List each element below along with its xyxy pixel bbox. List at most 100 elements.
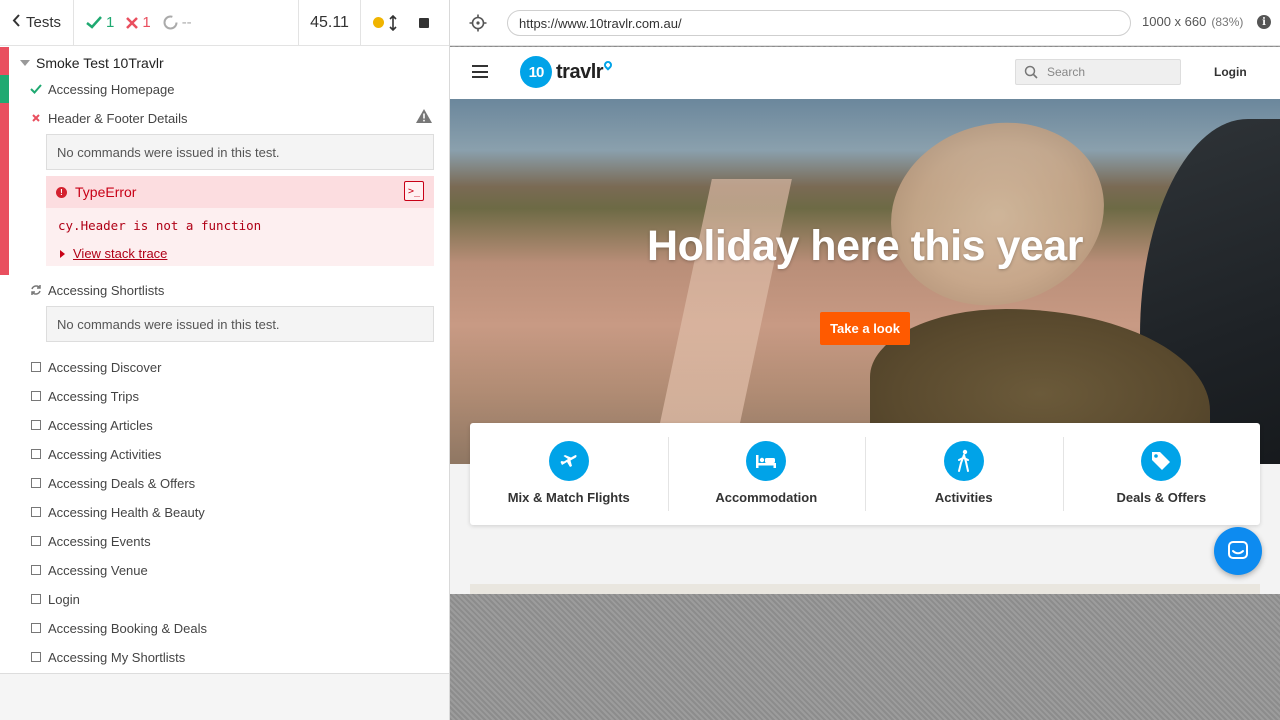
auto-scroll-arrows-icon[interactable]	[389, 14, 397, 31]
caret-down-icon	[20, 60, 30, 66]
tag-icon	[1141, 441, 1182, 481]
info-icon[interactable]: i	[1257, 15, 1271, 29]
test-item[interactable]: Header & Footer Details	[30, 106, 187, 130]
empty-checkbox-icon	[31, 449, 41, 459]
category-label: Activities	[934, 490, 993, 505]
category-label: Accommodation	[715, 490, 818, 505]
chat-launcher-button[interactable]	[1214, 527, 1262, 575]
test-label: Accessing Events	[48, 533, 151, 549]
test-item[interactable]: Accessing Articles	[30, 413, 153, 437]
failed-count: 1	[126, 14, 151, 31]
empty-checkbox-icon	[31, 623, 41, 633]
app-under-test-area: https://www.10travlr.com.au/ 1000 x 660 …	[450, 0, 1280, 720]
refresh-icon	[31, 285, 41, 295]
caret-right-icon	[60, 249, 65, 258]
test-label: Accessing Discover	[48, 359, 162, 375]
stop-button[interactable]	[419, 17, 429, 28]
test-label: Accessing Homepage	[48, 81, 175, 97]
test-item[interactable]: Accessing Deals & Offers	[30, 471, 195, 495]
site-search-input[interactable]: Search	[1015, 59, 1181, 85]
test-list: Smoke Test 10Travlr Accessing Homepage H…	[0, 47, 449, 673]
pending-count: --	[163, 14, 192, 31]
empty-checkbox-icon	[31, 478, 41, 488]
category-label: Deals & Offers	[1116, 490, 1207, 505]
content-strip	[470, 584, 1260, 594]
search-placeholder: Search	[1047, 65, 1086, 79]
logo-badge: 10	[520, 56, 552, 88]
test-label: Accessing Trips	[48, 388, 140, 404]
tests-back-button[interactable]: Tests	[0, 0, 74, 45]
test-item[interactable]: Accessing Discover	[30, 355, 161, 379]
stack-trace-label: View stack trace	[73, 246, 168, 261]
run-duration: 45.11	[299, 0, 361, 45]
category-accommodation[interactable]: Accommodation	[667, 423, 866, 525]
pending-circle-icon	[163, 15, 178, 30]
test-item[interactable]: Accessing Venue	[30, 558, 148, 582]
suite-title[interactable]: Smoke Test 10Travlr	[20, 51, 164, 75]
test-item[interactable]: Accessing Health & Beauty	[30, 500, 205, 524]
hamburger-menu-icon[interactable]	[472, 65, 488, 78]
chevron-left-icon	[12, 14, 21, 31]
print-to-console-button[interactable]: >_	[404, 181, 424, 201]
status-stripe-top	[0, 47, 9, 75]
take-a-look-button[interactable]: Take a look	[820, 312, 910, 345]
pending-count-value: --	[181, 14, 192, 31]
empty-checkbox-icon	[31, 594, 41, 604]
test-label: Accessing Booking & Deals	[48, 620, 207, 636]
running-dot-icon	[373, 17, 384, 28]
test-item[interactable]: Accessing Trips	[30, 384, 139, 408]
run-controls	[361, 0, 449, 45]
test-item[interactable]: Login	[30, 587, 80, 611]
test-item[interactable]: Accessing Shortlists	[30, 278, 164, 302]
test-item[interactable]: Accessing Activities	[30, 442, 161, 466]
hero-hat-image	[870, 99, 1125, 329]
test-label: Accessing Articles	[48, 417, 153, 433]
search-icon	[1024, 65, 1038, 79]
empty-checkbox-icon	[31, 536, 41, 546]
login-link[interactable]: Login	[1214, 65, 1247, 79]
passed-count: 1	[86, 14, 114, 31]
reporter-header: Tests 1 1 -- 45.11	[0, 0, 449, 46]
no-commands-message: No commands were issued in this test.	[46, 306, 434, 342]
warning-icon	[416, 109, 432, 123]
error-circle-icon: !	[56, 186, 67, 198]
chat-icon	[1228, 541, 1248, 559]
check-icon	[86, 16, 102, 29]
test-label: Accessing Activities	[48, 446, 162, 462]
test-item[interactable]: Accessing Events	[30, 529, 151, 553]
category-bar: Mix & Match Flights Accommodation Activi…	[470, 423, 1260, 525]
url-bar[interactable]: https://www.10travlr.com.au/	[507, 10, 1131, 36]
test-item[interactable]: Accessing My Shortlists	[30, 645, 185, 669]
category-flights[interactable]: Mix & Match Flights	[470, 423, 668, 525]
viewport-size-info: 1000 x 660 (83%)	[1142, 14, 1243, 29]
airplane-icon	[548, 441, 589, 481]
empty-checkbox-icon	[31, 391, 41, 401]
aut-header: https://www.10travlr.com.au/ 1000 x 660 …	[450, 0, 1280, 46]
status-stripe-pass	[0, 75, 9, 103]
passed-count-value: 1	[106, 14, 115, 31]
reporter-footer	[0, 673, 449, 720]
category-activities[interactable]: Activities	[865, 423, 1063, 525]
test-label: Accessing My Shortlists	[48, 649, 186, 665]
category-deals[interactable]: Deals & Offers	[1062, 423, 1261, 525]
site-navbar: 10 travlr Search Login	[450, 47, 1280, 99]
check-icon	[30, 84, 42, 94]
no-commands-message: No commands were issued in this test.	[46, 134, 434, 170]
hero-title: Holiday here this year	[647, 222, 1083, 270]
x-icon	[32, 114, 40, 122]
failed-count-value: 1	[142, 14, 151, 31]
error-message: cy.Header is not a function	[58, 218, 262, 233]
status-stripe-fail	[0, 103, 9, 275]
test-item[interactable]: Accessing Booking & Deals	[30, 616, 207, 640]
empty-checkbox-icon	[31, 652, 41, 662]
view-stack-trace-link[interactable]: View stack trace	[60, 246, 167, 261]
site-logo[interactable]: 10 travlr	[520, 55, 614, 89]
category-label: Mix & Match Flights	[507, 490, 630, 505]
test-label: Accessing Venue	[48, 562, 148, 578]
selector-playground-crosshair-icon[interactable]	[469, 14, 487, 32]
test-label: Header & Footer Details	[48, 110, 188, 126]
error-panel: ! TypeError >_ cy.Header is not a functi…	[46, 176, 434, 266]
empty-checkbox-icon	[31, 565, 41, 575]
viewport-dimensions: 1000 x 660	[1142, 14, 1207, 29]
test-item[interactable]: Accessing Homepage	[30, 77, 174, 101]
